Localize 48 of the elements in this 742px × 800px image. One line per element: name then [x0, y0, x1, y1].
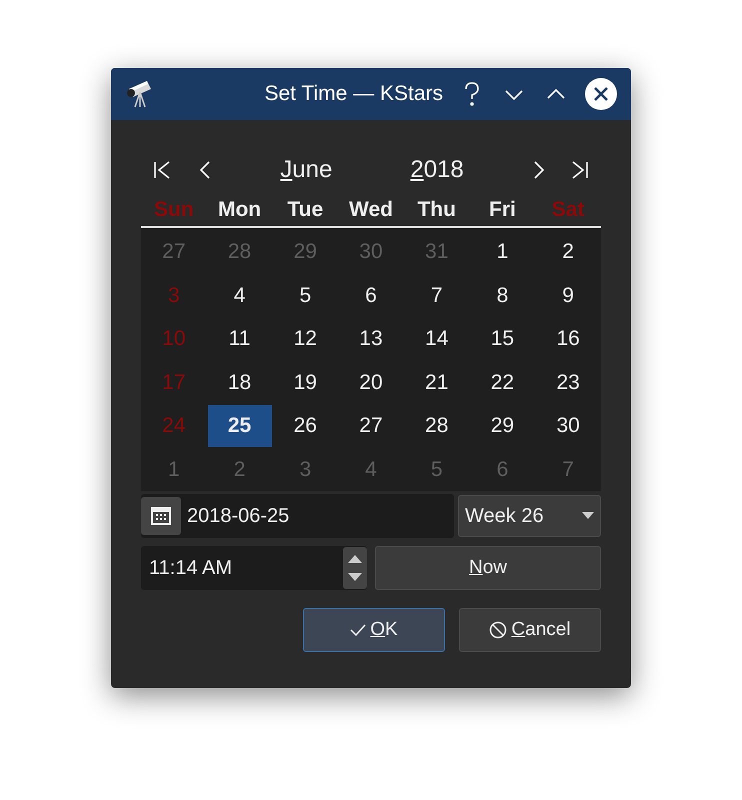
day-cell[interactable]: 9 — [536, 274, 600, 316]
day-cell[interactable]: 28 — [404, 404, 469, 447]
day-cell[interactable]: 16 — [536, 318, 600, 360]
dropdown-arrow-icon — [582, 512, 594, 520]
day-cell[interactable]: 1 — [470, 230, 534, 273]
day-cell[interactable]: 26 — [273, 404, 338, 447]
day-cell[interactable]: 30 — [536, 404, 600, 447]
weekday-label: Mon — [216, 197, 262, 224]
weekday-label: Sat — [550, 197, 586, 224]
day-cell[interactable]: 6 — [338, 274, 403, 316]
weekday-label: Thu — [416, 197, 457, 224]
cancel-button[interactable]: Cancel — [459, 608, 601, 652]
time-field[interactable]: 11:14 AM — [141, 546, 367, 590]
date-field[interactable]: 2018-06-25 — [141, 494, 454, 538]
day-cell[interactable]: 2 — [536, 230, 600, 273]
day-cell[interactable]: 14 — [404, 318, 469, 360]
day-cell[interactable]: 29 — [470, 404, 534, 447]
check-icon — [350, 623, 366, 637]
day-cell[interactable]: 23 — [536, 361, 600, 404]
now-button[interactable]: Now — [375, 546, 601, 590]
day-cell[interactable]: 11 — [208, 318, 272, 360]
cancel-icon — [489, 621, 508, 639]
year-button[interactable]: 2018 — [410, 152, 464, 188]
spin-arrows-icon[interactable] — [343, 547, 367, 589]
month-button[interactable]: June — [280, 152, 332, 188]
day-cell[interactable]: 12 — [273, 318, 338, 360]
window-title: Set Time — KStars — [264, 81, 443, 108]
weekday-label: Fri — [488, 197, 517, 224]
weekday-label: Tue — [286, 197, 324, 224]
day-cell[interactable]: 18 — [208, 361, 272, 404]
calendar-icon[interactable] — [141, 497, 181, 535]
day-cell[interactable]: 15 — [470, 318, 534, 360]
day-cell[interactable]: 7 — [404, 274, 469, 316]
day-cell[interactable]: 4 — [208, 274, 272, 316]
day-cell[interactable]: 8 — [470, 274, 534, 316]
day-cell[interactable]: 19 — [273, 361, 338, 404]
day-cell[interactable]: 5 — [273, 274, 338, 316]
close-icon[interactable] — [585, 78, 617, 110]
weekday-label: Wed — [348, 197, 394, 224]
day-cell[interactable]: 21 — [404, 361, 469, 404]
day-cell[interactable]: 20 — [338, 361, 403, 404]
day-cell[interactable]: 27 — [338, 404, 403, 447]
weekday-label: Sun — [153, 197, 195, 224]
day-cell[interactable]: 13 — [338, 318, 403, 360]
day-cell[interactable]: 22 — [470, 361, 534, 404]
day-cell[interactable]: 25 — [208, 404, 272, 447]
week-dropdown[interactable]: Week 26 — [458, 495, 601, 537]
ok-button[interactable]: OK — [303, 608, 445, 652]
